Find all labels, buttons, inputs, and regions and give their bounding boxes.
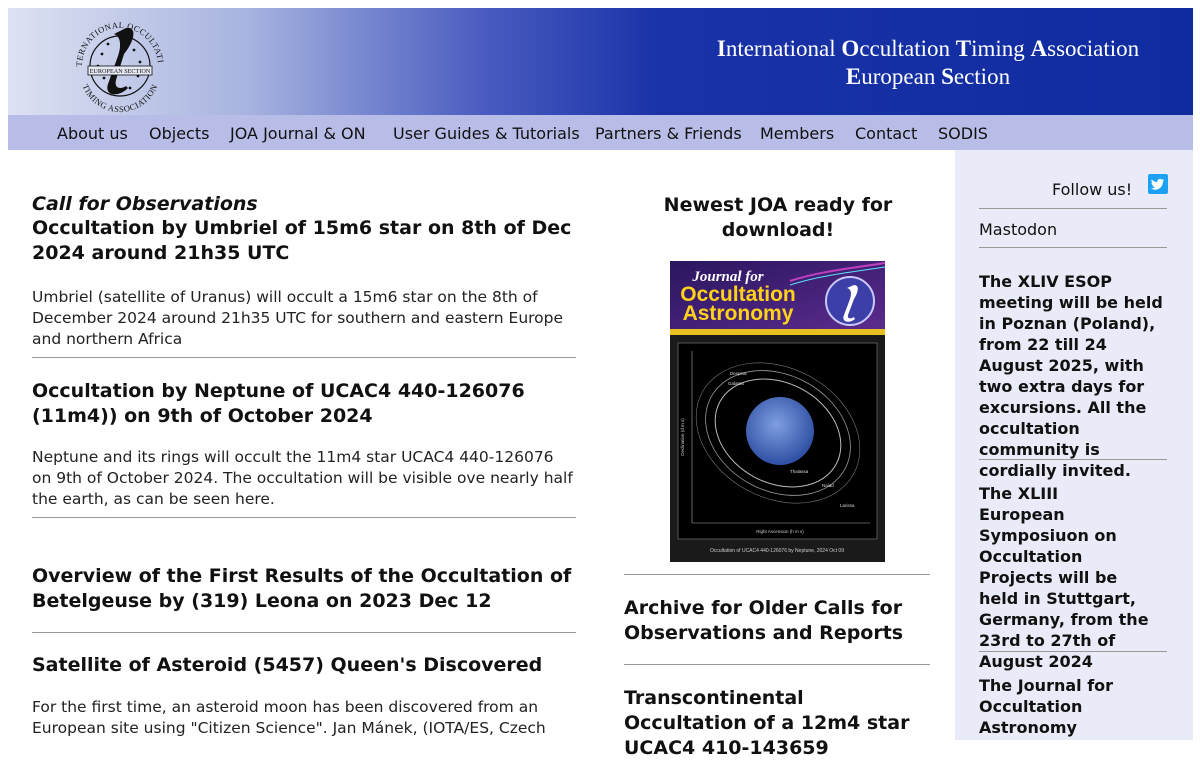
article-body-neptune: Neptune and its rings will occult the 11… [32,448,573,508]
joa-cover-image[interactable]: Journal for Occultation Astronomy Despin… [670,261,885,562]
nav-members[interactable]: Members [760,124,834,143]
nav-about-us[interactable]: About us [57,124,128,143]
article-title-betelgeuse[interactable]: Overview of the First Results of the Occ… [32,564,576,614]
article-body-queen: For the first time, an asteroid moon has… [32,698,546,737]
title_line1-rest-2: iming [971,36,1031,61]
transcontinental-link[interactable]: Transcontinental Occultation of a 12m4 s… [624,686,930,761]
cover-y-axis-label: Declination (d m s) [680,418,685,456]
svg-text:TIMING ASSOCIATION: TIMING ASSOCIATION [81,83,160,114]
news-esop-2024[interactable]: The XLIII European Symposiuon on Occulta… [979,483,1149,672]
title_line1-cap-0: I [716,36,726,61]
divider [979,247,1167,248]
article-body-umbriel: Umbriel (satellite of Uranus) will occul… [32,288,564,348]
divider [979,208,1167,209]
cover-moon-thalassa: Thalassa [790,469,809,474]
call-kicker-block: Call for Observations Occultation by Umb… [32,193,576,266]
call-for-observations-heading: Call for Observations [32,193,258,215]
article-title-queen[interactable]: Satellite of Asteroid (5457) Queen's Dis… [32,653,576,678]
nav-user-guides[interactable]: User Guides & Tutorials [393,124,580,143]
title_line2-cap-0: E [845,64,862,89]
newest-joa-heading[interactable]: Newest JOA ready for download! [640,193,916,243]
divider [979,651,1167,652]
title-line-2: European Section [608,63,1200,91]
divider [32,632,576,633]
logo-band-text: EUROPEAN SECTION [90,68,151,75]
cover-moon-naiad: Naiad [822,483,834,488]
news-joa[interactable]: The Journal for Occultation Astronomy [979,675,1169,738]
archive-link[interactable]: Archive for Older Calls for Observations… [624,596,930,646]
nav-objects[interactable]: Objects [149,124,209,143]
title_line1-rest-1: ccultation [859,36,956,61]
cover-caption: Occultation of UCAC4 440-126076 by Neptu… [710,548,844,554]
news-esop-2025[interactable]: The XLIV ESOP meeting will be held in Po… [979,271,1169,481]
site-title[interactable]: International Occultation Timing Associa… [608,35,1200,91]
site-header: INTERNATIONAL OCCULTATION TIMING ASSOCIA… [8,8,1193,115]
nav-joa-journal[interactable]: JOA Journal & ON [230,124,366,143]
title_line2-rest-1: ection [953,64,1011,89]
divider [979,459,1167,460]
nav-sodis[interactable]: SODIS [938,124,988,143]
title_line1-rest-0: nternational [725,36,842,61]
divider [624,664,930,665]
cover-moon-larissa: Larissa [840,503,855,508]
article-title-umbriel[interactable]: Occultation by Umbriel of 15m6 star on 8… [32,216,576,266]
divider [32,517,576,518]
twitter-bird-icon[interactable] [1148,174,1168,194]
title-line-1: International Occultation Timing Associa… [608,35,1200,63]
title_line1-cap-2: T [955,36,972,61]
title_line1-cap-1: O [841,36,860,61]
title_line2-cap-1: S [941,64,954,89]
cover-moon-despina: Despina [730,371,747,376]
article-title-neptune[interactable]: Occultation by Neptune of UCAC4 440-1260… [32,379,576,429]
divider [624,574,930,575]
cover-moon-galatea: Galatea [728,381,744,386]
logo-ring-bottom: TIMING ASSOCIATION [81,83,159,114]
logo-ring-top: INTERNATIONAL OCCULTATION [68,14,165,67]
iota-es-logo[interactable]: INTERNATIONAL OCCULTATION TIMING ASSOCIA… [68,14,172,114]
cover-title-3: Astronomy [683,302,794,325]
title_line1-rest-3: ssociation [1047,36,1140,61]
joa-heading-block: Newest JOA ready for download! [640,193,916,243]
nav-partners[interactable]: Partners & Friends [595,124,742,143]
nav-contact[interactable]: Contact [855,124,917,143]
divider [32,357,576,358]
cover-x-axis-label: Right Ascension (h m s) [756,529,804,534]
follow-us-label: Follow us! [1052,180,1133,199]
main-navigation: About us Objects JOA Journal & ON User G… [8,115,1193,150]
title_line2-rest-0: uropean [861,64,942,89]
svg-text:INTERNATIONAL OCCULTATION: INTERNATIONAL OCCULTATION [68,14,166,67]
title_line1-cap-3: A [1030,36,1048,61]
mastodon-link[interactable]: Mastodon [979,220,1057,239]
